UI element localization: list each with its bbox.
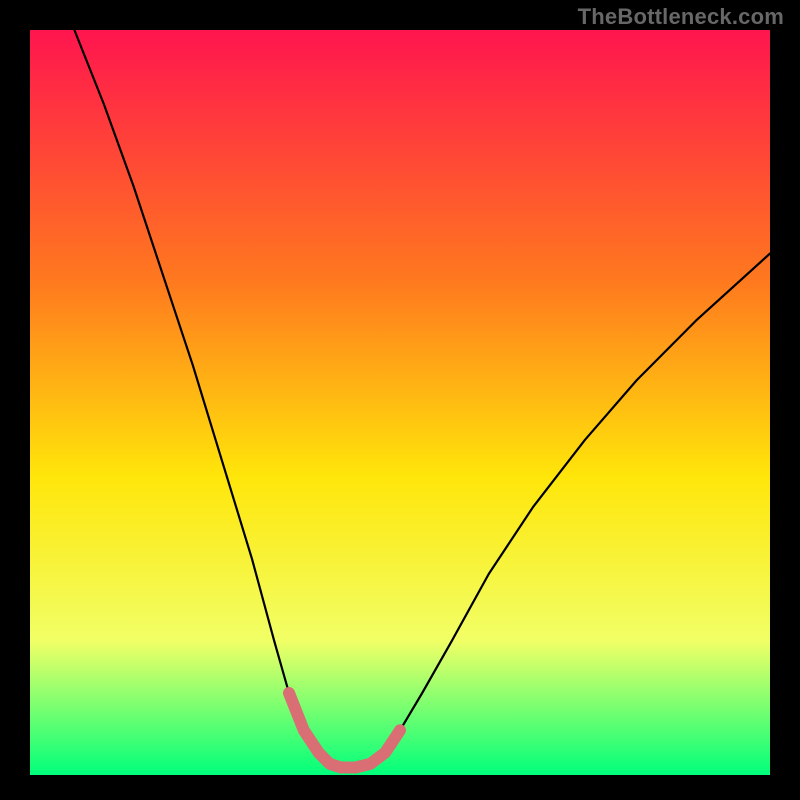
chart-frame: { "watermark": "TheBottleneck.com", "col… (0, 0, 800, 800)
watermark-label: TheBottleneck.com (578, 4, 784, 30)
plot-gradient-background (30, 30, 770, 775)
bottleneck-chart (0, 0, 800, 800)
